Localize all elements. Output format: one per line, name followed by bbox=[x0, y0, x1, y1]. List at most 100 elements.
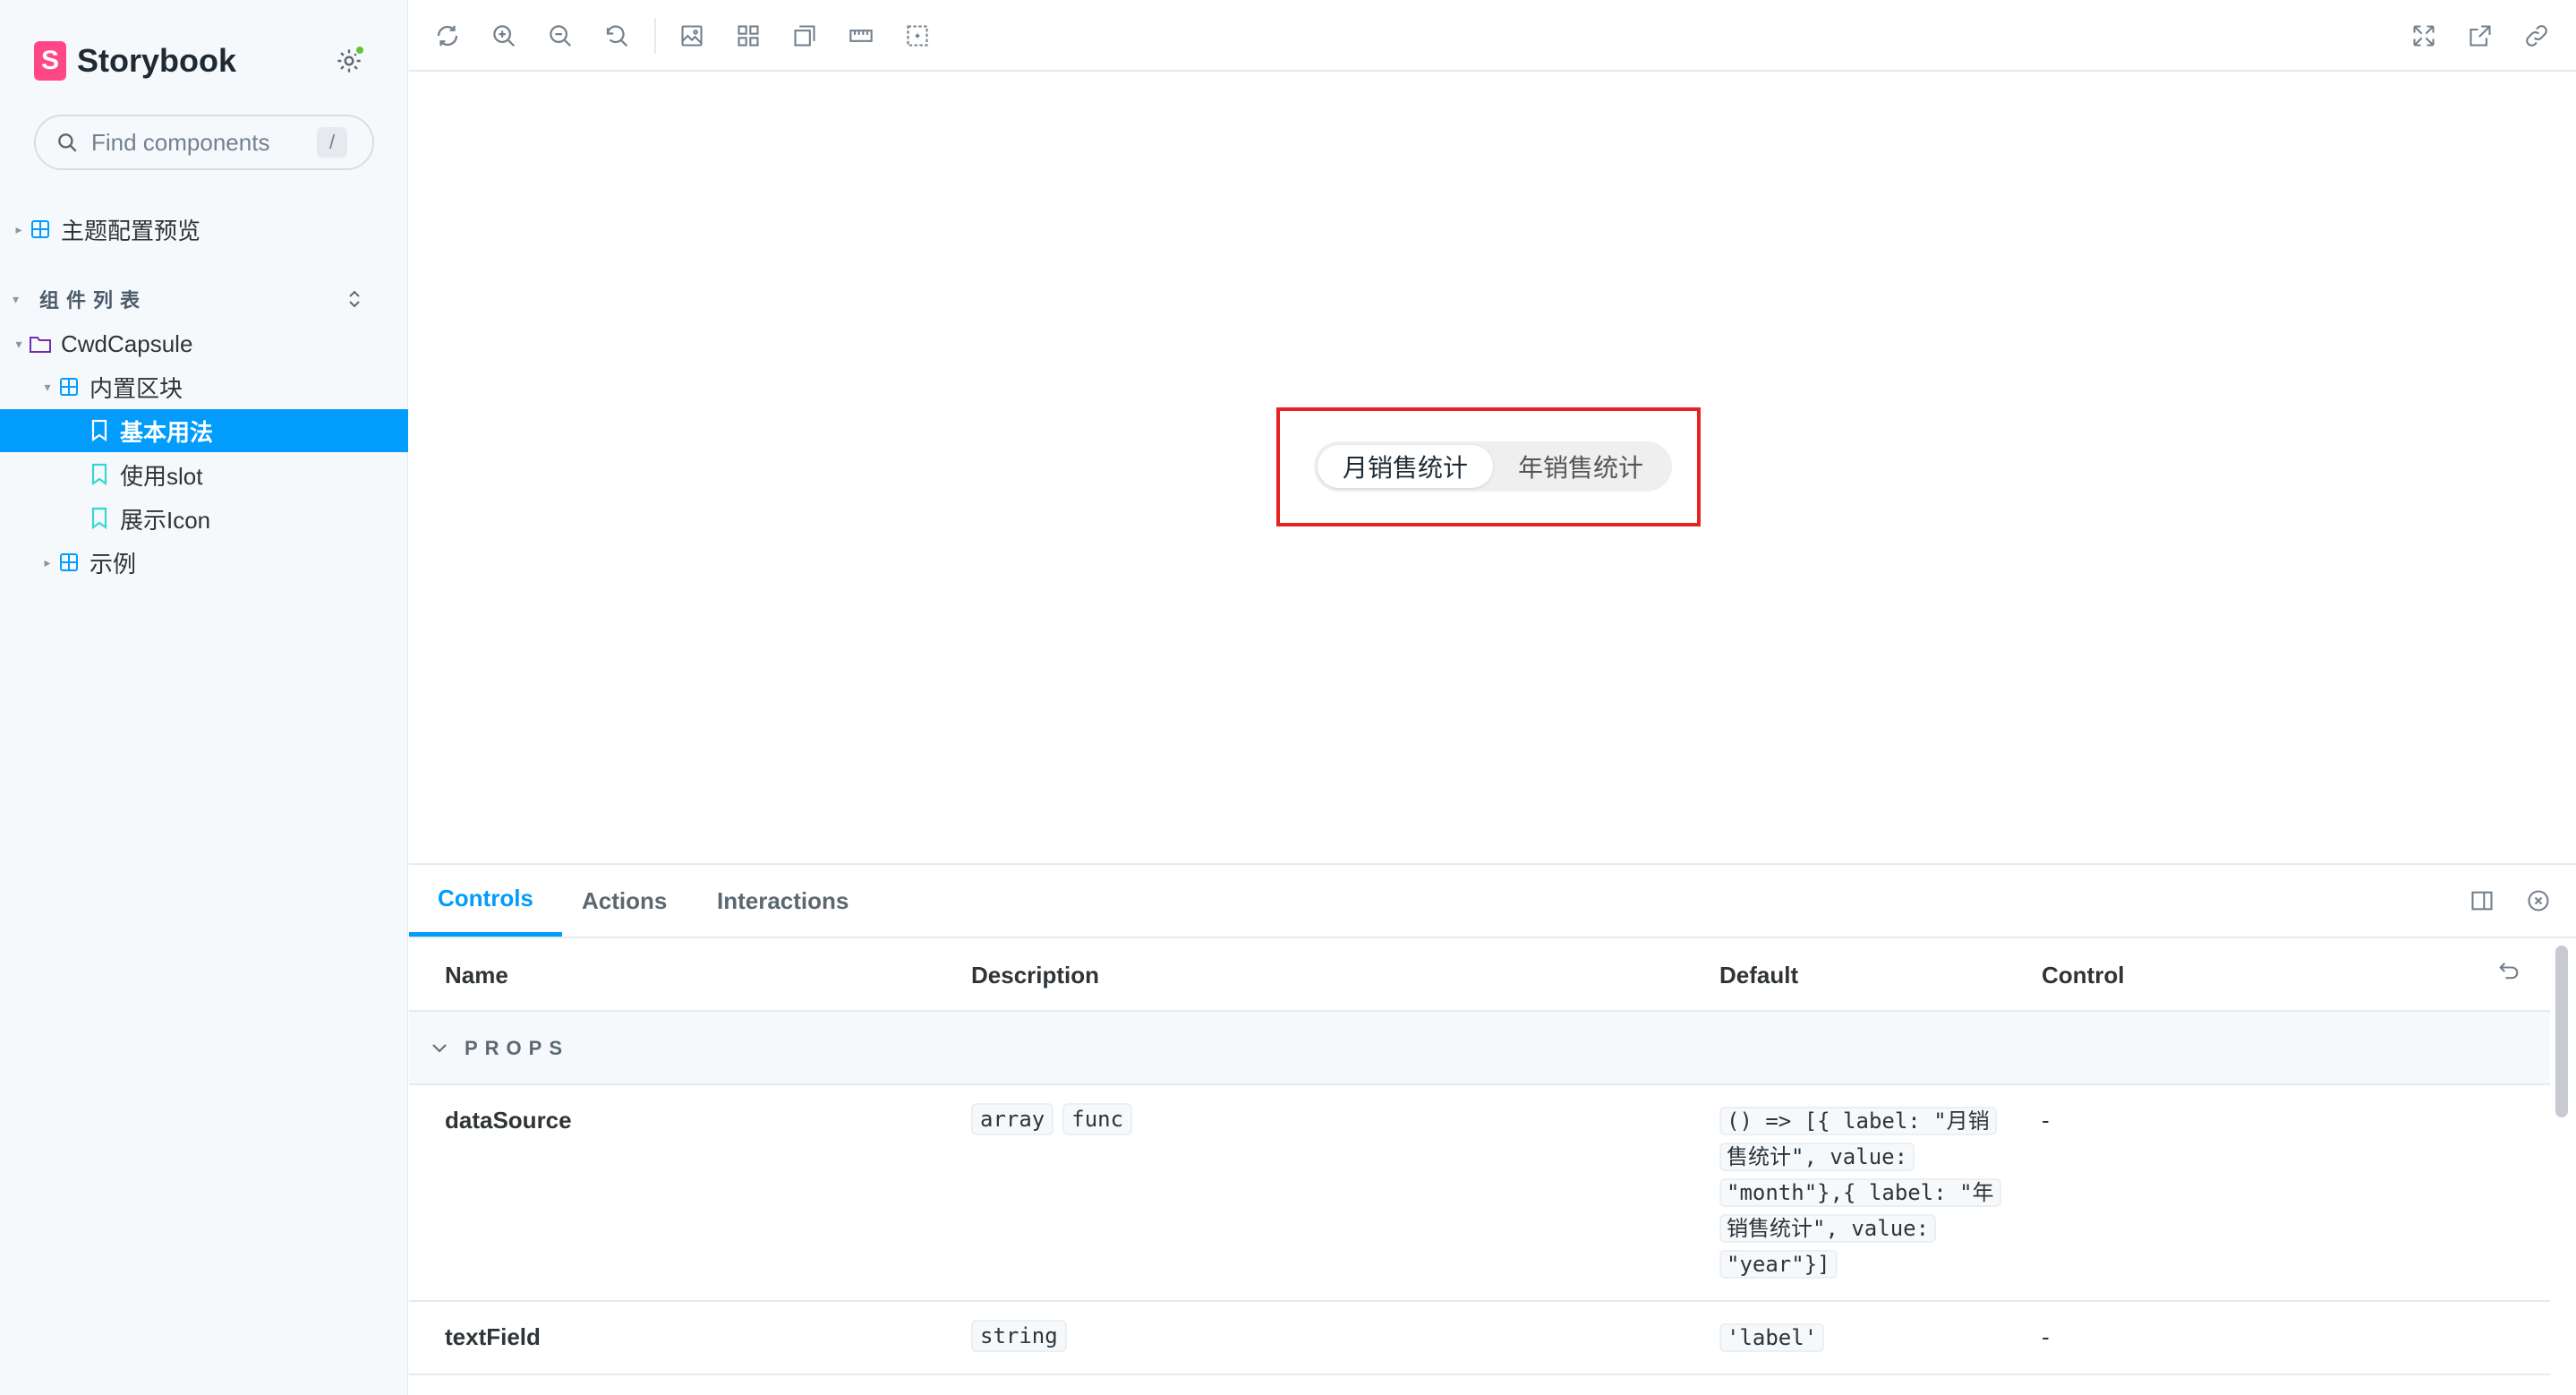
prop-control: - bbox=[2042, 1107, 2050, 1134]
sidebar-item-examples[interactable]: ▸ 示例 bbox=[0, 541, 408, 584]
component-icon bbox=[57, 375, 81, 398]
storybook-brand[interactable]: S Storybook bbox=[34, 39, 236, 82]
prop-default: 'label' bbox=[1719, 1320, 1997, 1356]
component-icon bbox=[57, 551, 81, 574]
viewport-button[interactable] bbox=[787, 18, 823, 54]
table-header: Name Description Default Control bbox=[409, 938, 2550, 1012]
capsule-item-monthly-sales[interactable]: 月销售统计 bbox=[1318, 445, 1493, 488]
zoom-reset-icon bbox=[606, 25, 628, 47]
type-badge: func bbox=[1062, 1103, 1133, 1135]
sidebar-item-label: 主题配置预览 bbox=[61, 217, 201, 244]
reset-controls-button[interactable] bbox=[2496, 958, 2521, 989]
sidebar-item-use-slot[interactable]: 使用slot bbox=[0, 453, 408, 496]
preview-toolbar bbox=[409, 0, 2576, 72]
caret-down-icon: ▾ bbox=[15, 336, 22, 351]
table-row: textField string 'label' - bbox=[409, 1302, 2550, 1375]
bookmark-icon bbox=[88, 419, 111, 442]
default-value: () => [{ label: "月销售统计", value: "month"}… bbox=[1719, 1107, 2001, 1279]
column-header-default: Default bbox=[1719, 962, 1799, 988]
component-icon bbox=[29, 218, 52, 241]
sidebar-item-theme-preview[interactable]: ▸ 主题配置预览 bbox=[0, 208, 408, 251]
table-row: dataSource array func () => [{ label: "月… bbox=[409, 1085, 2550, 1302]
zoom-out-button[interactable] bbox=[542, 18, 578, 54]
prop-types: array func bbox=[971, 1103, 1133, 1135]
props-group-row[interactable]: PROPS bbox=[409, 1012, 2550, 1085]
scrollbar-thumb[interactable] bbox=[2555, 946, 2568, 1117]
caret-right-icon: ▸ bbox=[15, 221, 22, 236]
tab-actions[interactable]: Actions bbox=[553, 865, 695, 937]
column-header-description: Description bbox=[971, 962, 1100, 988]
type-badge: array bbox=[971, 1103, 1054, 1135]
sidebar-item-cwdcapsule[interactable]: ▾ CwdCapsule bbox=[0, 322, 408, 365]
panel-orientation-button[interactable] bbox=[2466, 885, 2498, 917]
background-icon bbox=[681, 25, 703, 47]
zoom-reset-button[interactable] bbox=[599, 18, 635, 54]
copy-link-button[interactable] bbox=[2519, 18, 2555, 54]
panel-tabs: Controls Actions Interactions bbox=[409, 865, 2576, 938]
caret-right-icon: ▸ bbox=[44, 554, 51, 569]
chevron-down-icon bbox=[429, 1037, 450, 1063]
caret-down-icon: ▾ bbox=[13, 291, 20, 306]
zoom-in-icon bbox=[493, 25, 516, 47]
update-indicator bbox=[354, 45, 365, 56]
prop-default: () => [{ label: "月销售统计", value: "month"}… bbox=[1719, 1103, 2001, 1282]
sidebar: S Storybook / ▸ 主题配置预览 ▾ 组件列表 ▾ CwdCapsu… bbox=[0, 0, 408, 1395]
prop-name: dataSource bbox=[445, 1107, 572, 1134]
folder-icon bbox=[29, 332, 52, 355]
section-header-components[interactable]: ▾ 组件列表 bbox=[13, 279, 371, 319]
sidebar-item-label: 展示Icon bbox=[120, 506, 211, 534]
tab-controls[interactable]: Controls bbox=[409, 865, 562, 937]
search-shortcut-key: / bbox=[317, 127, 347, 158]
bookmark-icon bbox=[88, 463, 111, 486]
caret-down-icon: ▾ bbox=[44, 379, 51, 394]
expand-collapse-button[interactable] bbox=[340, 285, 369, 313]
close-panel-button[interactable] bbox=[2522, 885, 2555, 917]
toolbar-divider bbox=[654, 18, 656, 54]
props-group-label: PROPS bbox=[465, 1037, 570, 1059]
zoom-out-icon bbox=[550, 25, 572, 47]
prop-types: string bbox=[971, 1320, 1067, 1352]
measure-button[interactable] bbox=[843, 18, 879, 54]
addon-panel: Controls Actions Interactions Name Descr… bbox=[409, 863, 2576, 1395]
default-value: 'label' bbox=[1719, 1323, 1825, 1352]
sidebar-item-basic-usage[interactable]: 基本用法 bbox=[0, 409, 408, 452]
open-new-tab-button[interactable] bbox=[2462, 18, 2498, 54]
settings-button[interactable] bbox=[331, 43, 367, 79]
outline-button[interactable] bbox=[900, 18, 935, 54]
open-new-tab-icon bbox=[2469, 25, 2491, 47]
column-header-name: Name bbox=[445, 962, 508, 988]
type-badge: string bbox=[971, 1320, 1067, 1352]
prop-control: - bbox=[2042, 1323, 2050, 1350]
capsule-segmented-control: 月销售统计 年销售统计 bbox=[1314, 441, 1672, 492]
storybook-logo-icon: S bbox=[34, 41, 66, 81]
reload-icon bbox=[437, 25, 458, 47]
column-header-control: Control bbox=[2042, 962, 2125, 988]
sidebar-item-label: 示例 bbox=[90, 550, 137, 578]
panel-scrollbar[interactable] bbox=[2555, 946, 2568, 1393]
close-icon bbox=[2528, 890, 2549, 911]
section-title: 组件列表 bbox=[39, 289, 148, 312]
background-button[interactable] bbox=[674, 18, 710, 54]
grid-button[interactable] bbox=[730, 18, 766, 54]
copy-link-icon bbox=[2526, 25, 2547, 47]
viewport-icon bbox=[794, 25, 815, 47]
sidebar-item-builtin-block[interactable]: ▾ 内置区块 bbox=[0, 365, 408, 408]
grid-icon bbox=[738, 25, 759, 47]
capsule-item-yearly-sales[interactable]: 年销售统计 bbox=[1493, 445, 1668, 488]
fullscreen-icon bbox=[2413, 25, 2435, 47]
sidebar-item-label: 基本用法 bbox=[120, 418, 214, 446]
measure-icon bbox=[849, 30, 873, 42]
search-box[interactable]: / bbox=[34, 115, 374, 170]
undo-icon bbox=[2499, 963, 2519, 980]
search-input[interactable] bbox=[91, 128, 306, 157]
fullscreen-button[interactable] bbox=[2406, 18, 2442, 54]
panel-layout-icon bbox=[2471, 891, 2493, 911]
bookmark-icon bbox=[88, 507, 111, 530]
sidebar-item-label: 内置区块 bbox=[90, 374, 183, 402]
reload-button[interactable] bbox=[430, 18, 465, 54]
zoom-in-button[interactable] bbox=[486, 18, 522, 54]
tab-interactions[interactable]: Interactions bbox=[688, 865, 877, 937]
sidebar-item-show-icon[interactable]: 展示Icon bbox=[0, 497, 408, 540]
prop-name: textField bbox=[445, 1323, 541, 1350]
sidebar-item-label: CwdCapsule bbox=[61, 329, 193, 357]
